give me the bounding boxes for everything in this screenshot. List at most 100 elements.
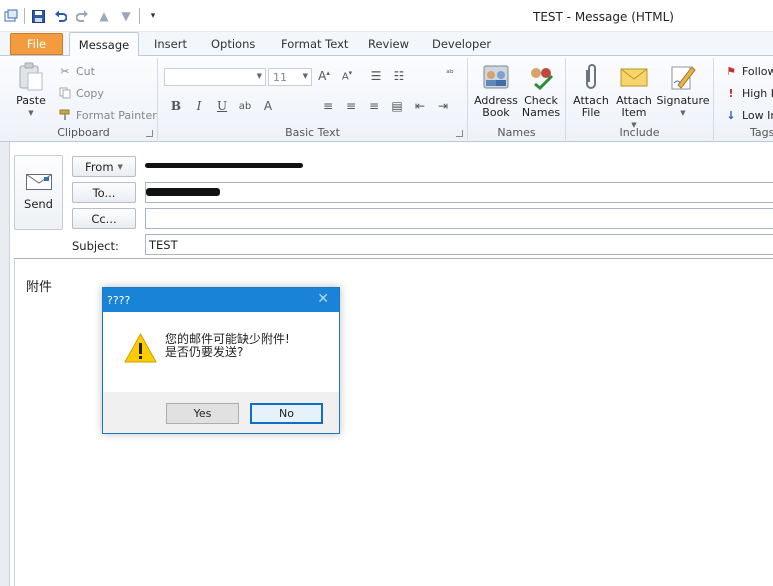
app-icon[interactable] <box>2 7 20 25</box>
paste-icon <box>16 62 46 92</box>
tab-review[interactable]: Review <box>368 37 409 51</box>
tab-message[interactable]: Message <box>69 32 139 57</box>
quick-access-toolbar: ▲ ▼ ▾ <box>2 7 162 25</box>
copy-label: Copy <box>76 86 104 100</box>
align-right-icon[interactable]: ≡ <box>366 99 382 113</box>
bullets-icon[interactable]: ☰ <box>368 69 384 83</box>
send-envelope-icon <box>25 174 52 193</box>
flag-icon: ⚑ <box>726 64 736 78</box>
names-group-label: Names <box>497 126 536 139</box>
undo-icon[interactable] <box>51 7 69 25</box>
character-format-buttons: B I U ab A <box>168 99 276 113</box>
clear-format-icon[interactable]: ᵃᵇ <box>442 69 458 79</box>
highlight-icon[interactable]: ab <box>237 101 253 112</box>
down-arrow-icon: ↓ <box>726 108 736 122</box>
window-title: TEST - Message (HTML) <box>533 10 674 24</box>
chevron-down-icon: ▼ <box>28 109 34 117</box>
chevron-down-icon: ▼ <box>302 72 308 80</box>
exclamation-icon: ! <box>728 86 734 100</box>
left-pane-edge <box>0 142 10 586</box>
paste-button[interactable]: Paste ▼ <box>16 62 46 119</box>
low-importance-button[interactable]: ↓ Low In <box>724 108 773 122</box>
decrease-indent-icon[interactable]: ⇤ <box>412 99 428 113</box>
dialog-message: 您的邮件可能缺少附件! 是否仍要发送? <box>165 333 290 359</box>
list-buttons: ☰ ☷ <box>368 69 407 83</box>
attach-item-button[interactable]: Attach Item ▼ <box>612 62 656 131</box>
up-arrow-icon[interactable]: ▲ <box>95 7 113 25</box>
grow-font-icon[interactable]: A▴ <box>316 69 332 83</box>
tab-format-text[interactable]: Format Text <box>281 37 348 51</box>
bold-icon[interactable]: B <box>168 99 184 113</box>
clipboard-group: Paste ▼ ✂ Cut Copy Format Painter Clipbo… <box>10 58 158 140</box>
copy-button[interactable]: Copy <box>58 86 104 100</box>
alignment-buttons: ≡ ≡ ≡ ▤ ⇤ ⇥ <box>320 99 451 113</box>
include-group: Attach File Attach Item ▼ Signature ▼ In… <box>566 58 714 140</box>
message-body-text: 附件 <box>26 280 53 295</box>
to-address-redacted <box>146 188 220 196</box>
dialog-title: ???? <box>107 293 131 307</box>
align-left-icon[interactable]: ≡ <box>320 99 336 113</box>
attach-item-label: Attach Item <box>616 94 652 119</box>
font-size-combo[interactable]: 11 ▼ <box>268 68 312 86</box>
down-arrow-icon[interactable]: ▼ <box>117 7 135 25</box>
tags-group-label: Tags <box>750 126 773 139</box>
paste-label: Paste <box>16 94 46 107</box>
subject-label: Subject: <box>72 239 119 253</box>
to-label: To... <box>92 185 116 200</box>
font-color-icon[interactable]: A <box>260 99 276 113</box>
styles-area: ᵃᵇ <box>442 69 458 79</box>
no-button[interactable]: No <box>250 403 323 424</box>
check-names-label: Check Names <box>521 94 561 119</box>
follow-up-button[interactable]: ⚑ Follow <box>724 64 773 78</box>
toolbar-separator <box>24 8 25 24</box>
tab-file[interactable]: File <box>10 33 63 55</box>
address-book-button[interactable]: Address Book <box>474 62 518 119</box>
clipboard-group-label: Clipboard <box>57 126 110 139</box>
close-icon[interactable]: ✕ <box>317 291 329 307</box>
save-icon[interactable] <box>29 7 47 25</box>
dialog-message-line2: 是否仍要发送? <box>165 345 244 359</box>
tab-developer[interactable]: Developer <box>432 37 491 51</box>
font-name-combo[interactable]: ▼ <box>164 68 266 86</box>
paintbrush-icon <box>58 108 72 122</box>
increase-indent-icon[interactable]: ⇥ <box>435 99 451 113</box>
title-bar: ▲ ▼ ▾ TEST - Message (HTML) <box>0 0 773 32</box>
italic-icon[interactable]: I <box>191 99 207 113</box>
to-field[interactable] <box>145 182 773 203</box>
check-names-button[interactable]: Check Names <box>520 62 562 119</box>
font-grow-shrink: A▴ A▾ <box>316 69 355 83</box>
redo-icon[interactable] <box>73 7 91 25</box>
cc-field[interactable] <box>145 208 773 229</box>
shrink-font-icon[interactable]: A▾ <box>339 69 355 82</box>
customize-icon[interactable]: ▾ <box>144 7 162 25</box>
follow-up-label: Follow <box>742 64 773 78</box>
attach-file-button[interactable]: Attach File <box>570 62 612 119</box>
align-center-icon[interactable]: ≡ <box>343 99 359 113</box>
clipboard-launcher-icon[interactable] <box>146 130 153 137</box>
underline-icon[interactable]: U <box>214 99 230 113</box>
include-group-label: Include <box>619 126 660 139</box>
signature-button[interactable]: Signature ▼ <box>656 62 710 119</box>
check-names-icon <box>526 62 556 92</box>
to-button[interactable]: To... <box>72 182 136 203</box>
tab-insert[interactable]: Insert <box>154 37 187 51</box>
numbering-icon[interactable]: ☷ <box>391 69 407 83</box>
justify-icon[interactable]: ▤ <box>389 99 405 113</box>
dialog-title-bar: ???? ✕ <box>103 288 339 312</box>
paperclip-icon <box>576 62 606 92</box>
envelope-icon <box>619 62 649 92</box>
yes-button[interactable]: Yes <box>166 403 239 424</box>
tab-options[interactable]: Options <box>211 37 255 51</box>
subject-field[interactable]: TEST <box>145 234 773 255</box>
send-button[interactable]: Send <box>14 155 63 230</box>
font-size-value: 11 <box>273 71 287 84</box>
cc-button[interactable]: Cc... <box>72 208 136 229</box>
high-importance-button[interactable]: ! High I <box>724 86 773 100</box>
cc-label: Cc... <box>91 211 117 226</box>
cut-button[interactable]: ✂ Cut <box>58 64 95 78</box>
basic-text-launcher-icon[interactable] <box>456 130 463 137</box>
subject-value: TEST <box>149 238 178 252</box>
format-painter-button[interactable]: Format Painter <box>58 108 157 122</box>
from-button[interactable]: From ▼ <box>72 156 136 177</box>
address-book-icon <box>481 62 511 92</box>
